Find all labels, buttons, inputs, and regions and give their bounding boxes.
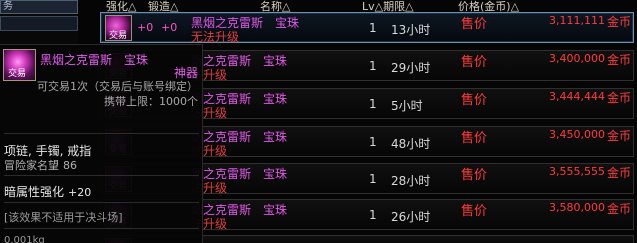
price-value: 3,111,111: [549, 14, 605, 27]
price-value: 3,450,000: [549, 128, 605, 141]
price-value: 3,555,555: [549, 165, 605, 178]
item-period: 26小时: [391, 210, 431, 224]
enhance-label: 暗属性强化: [4, 185, 65, 199]
price-value: 3,580,000: [549, 201, 605, 214]
price-unit: 金币: [606, 166, 631, 180]
item-level: 1: [369, 172, 377, 186]
item-upgrade-note: 无法升级: [191, 30, 240, 44]
item-level: 1: [369, 135, 377, 149]
left-tab[interactable]: 务: [0, 0, 78, 14]
item-period: 13小时: [391, 23, 431, 37]
left-tab-2[interactable]: [0, 16, 78, 31]
enhance-value: +20: [68, 186, 92, 199]
price-value: 3,444,444: [549, 90, 605, 103]
item-level: 1: [369, 97, 377, 111]
item-tooltip: 交易 黑烟之克雷斯 宝珠 神器 可交易1次（交易后与账号绑定） 携带上限：100…: [0, 44, 203, 243]
item-level: 1: [369, 59, 377, 73]
auction-row[interactable]: 交易 +0 +0 黑烟之克雷斯 宝珠 无法升级 1 13小时 售价 3,111,…: [100, 12, 634, 44]
orb-item-icon: 交易: [105, 15, 132, 41]
trade-tag: 交易: [8, 69, 27, 79]
price-label: 售价: [461, 204, 488, 219]
left-tab-label: 务: [3, 1, 13, 12]
item-level: 1: [369, 21, 377, 35]
trade-tag: 交易: [109, 31, 128, 41]
item-level: 1: [369, 208, 377, 222]
strength-value: +0: [137, 21, 154, 34]
tooltip-renown: 冒险家名望 86: [4, 157, 77, 173]
price-value: 3,400,000: [549, 52, 605, 65]
tooltip-divider: [4, 202, 199, 203]
renown-label: 冒险家名望: [4, 159, 59, 172]
tooltip-note: [该效果不适用于决斗场]: [4, 211, 123, 224]
price-label: 售价: [461, 168, 488, 183]
price-label: 售价: [461, 93, 488, 108]
price-unit: 金币: [606, 202, 631, 216]
tooltip-weight: 0.001kg: [4, 235, 45, 243]
item-period: 28小时: [391, 174, 431, 188]
price-unit: 金币: [606, 15, 631, 29]
item-period: 48小时: [391, 137, 431, 151]
price-unit: 金币: [606, 129, 631, 143]
item-period: 5小时: [391, 99, 423, 113]
tooltip-divider: [4, 133, 199, 134]
price-label: 售价: [461, 131, 488, 146]
price-unit: 金币: [606, 91, 631, 105]
item-period: 29小时: [391, 61, 431, 75]
tooltip-item-name: 黑烟之克雷斯 宝珠: [40, 53, 149, 67]
forge-value: +0: [161, 21, 178, 34]
tooltip-carry-limit: 携带上限：1000个: [104, 95, 198, 108]
tooltip-trade-info: 可交易1次（交易后与账号绑定）: [37, 80, 198, 93]
price-label: 售价: [461, 17, 488, 32]
price-unit: 金币: [606, 53, 631, 67]
price-label: 售价: [461, 55, 488, 70]
tooltip-divider: [4, 175, 199, 176]
renown-value: 86: [63, 159, 77, 172]
tooltip-enhance: 暗属性强化 +20: [4, 183, 91, 200]
column-header: 强化△ 锻造△ 名称△ Lv△期限△ 价格(金币)△: [100, 0, 637, 13]
tooltip-divider: [4, 228, 199, 229]
orb-item-icon: 交易: [3, 49, 36, 81]
